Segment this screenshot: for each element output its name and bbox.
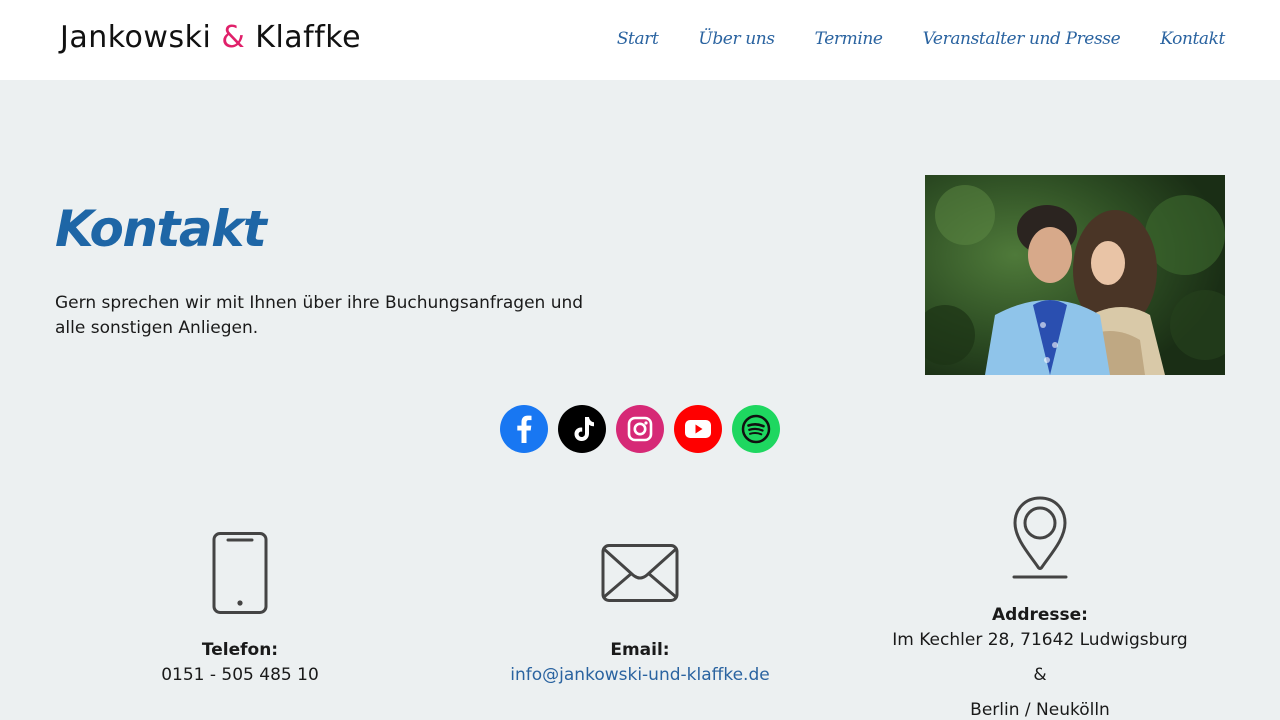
page-title: Kontakt <box>55 200 267 258</box>
address-label: Addresse: <box>992 605 1088 625</box>
phone-label: Telefon: <box>201 640 279 660</box>
phone-icon <box>212 532 268 614</box>
email-link[interactable]: info@jankowski-und-klaffke.de <box>510 665 769 685</box>
facebook-icon[interactable] <box>500 405 548 453</box>
social-links <box>500 405 780 453</box>
nav-link-start[interactable]: Start <box>617 29 659 49</box>
site-logo[interactable]: Jankowski & Klaffke <box>60 20 361 55</box>
email-contact: Email: info@jankowski-und-klaffke.de <box>480 638 800 688</box>
envelope-icon <box>601 544 679 602</box>
address-contact: Addresse: Im Kechler 28, 71642 Ludwigsbu… <box>880 603 1200 720</box>
site-header: Jankowski & Klaffke Start Über uns Termi… <box>0 0 1280 80</box>
address-line-2: Berlin / Neukölln <box>970 700 1110 720</box>
address-ampersand: & <box>1033 665 1047 685</box>
phone-number[interactable]: 0151 - 505 485 10 <box>120 663 360 688</box>
main-nav: Start Über uns Termine Veranstalter und … <box>617 29 1226 49</box>
tiktok-icon[interactable] <box>558 405 606 453</box>
logo-ampersand: & <box>221 20 246 55</box>
map-pin-icon <box>1012 496 1068 580</box>
youtube-icon[interactable] <box>674 405 722 453</box>
logo-name-right: Klaffke <box>255 20 362 55</box>
phone-contact: Telefon: 0151 - 505 485 10 <box>120 638 360 688</box>
band-photo <box>925 175 1225 375</box>
intro-text: Gern sprechen wir mit Ihnen über ihre Bu… <box>55 293 584 338</box>
logo-name-left: Jankowski <box>60 20 212 55</box>
instagram-icon[interactable] <box>616 405 664 453</box>
address-line-1: Im Kechler 28, 71642 Ludwigsburg <box>892 630 1188 650</box>
nav-link-ueber-uns[interactable]: Über uns <box>698 29 775 49</box>
nav-link-kontakt[interactable]: Kontakt <box>1160 29 1225 49</box>
email-label: Email: <box>610 640 670 660</box>
spotify-icon[interactable] <box>732 405 780 453</box>
nav-link-termine[interactable]: Termine <box>815 29 883 49</box>
nav-link-veranstalter-presse[interactable]: Veranstalter und Presse <box>923 29 1121 49</box>
